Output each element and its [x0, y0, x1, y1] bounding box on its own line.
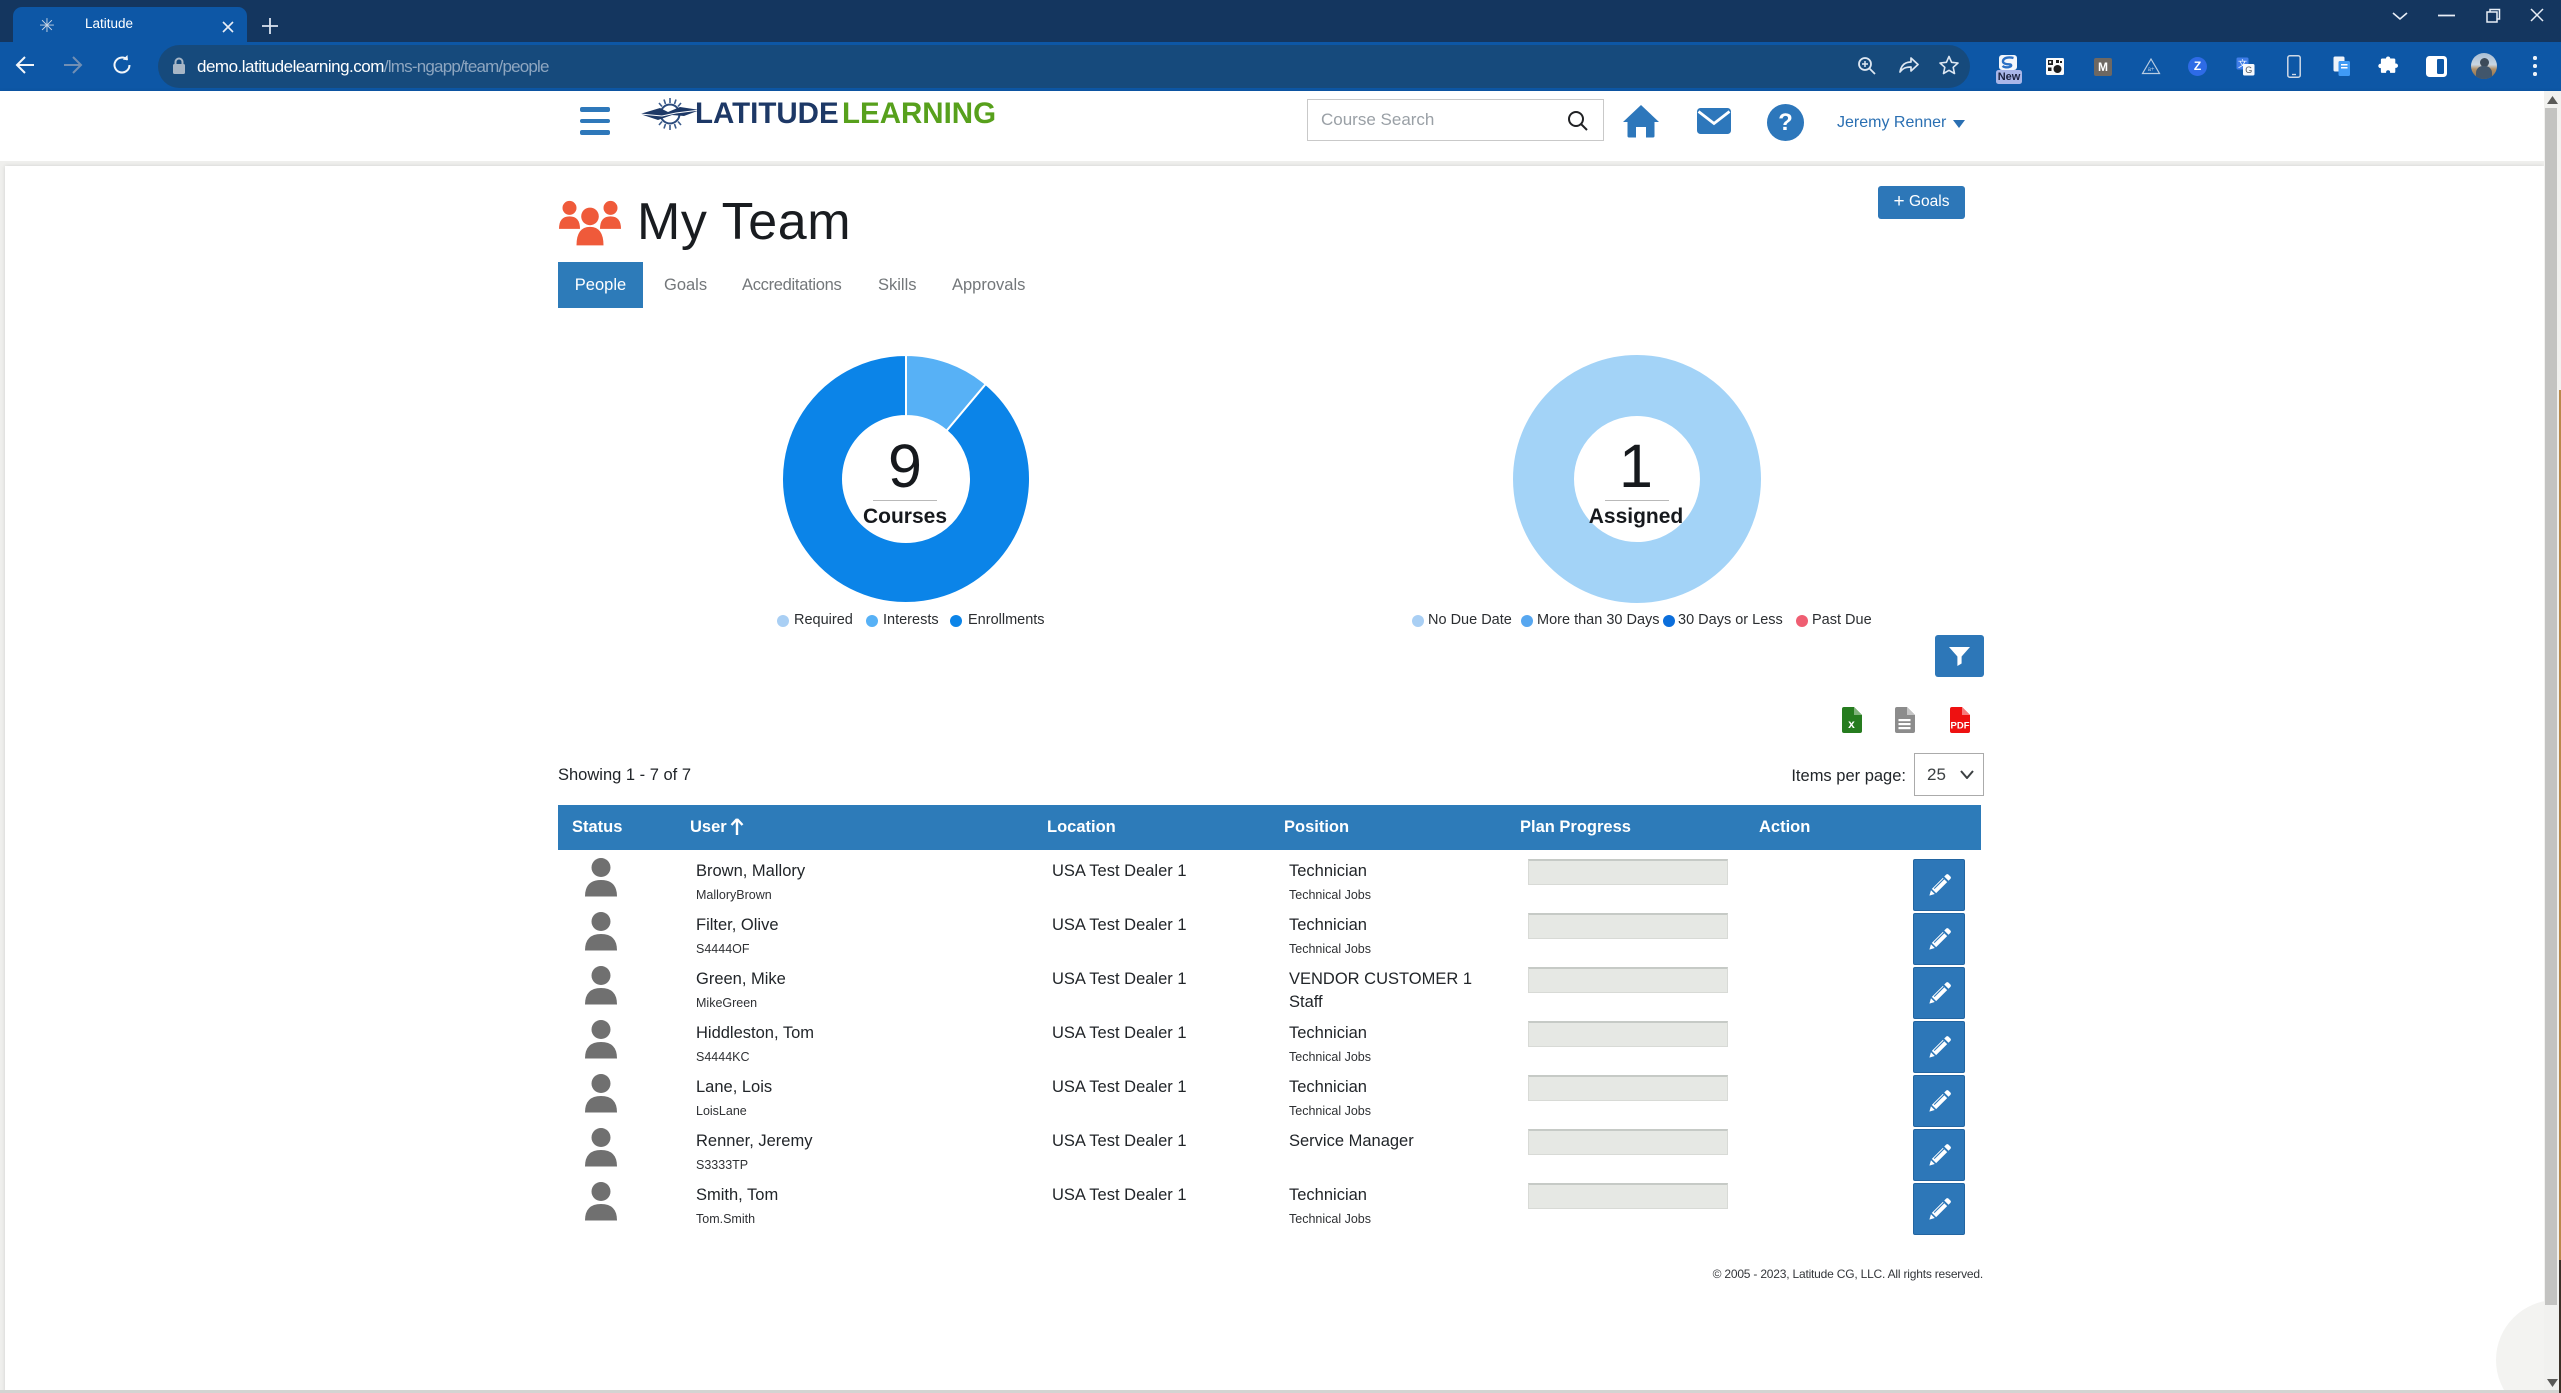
svg-text:PDF: PDF — [1951, 721, 1970, 732]
svg-text:a+: a+ — [2148, 67, 2155, 73]
svg-text:x: x — [1848, 717, 1855, 731]
svg-text:G: G — [2245, 65, 2252, 75]
